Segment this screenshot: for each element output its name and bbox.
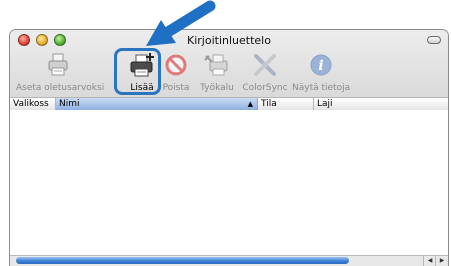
column-header-menu[interactable]: Valikoss: [10, 98, 56, 110]
utility-label: Työkalu: [200, 83, 234, 93]
column-header-status[interactable]: Tila: [258, 98, 314, 110]
pointer-arrow-icon: [146, 0, 216, 46]
make-default-label: Aseta oletusarvoksi: [16, 83, 105, 93]
colorsync-label: ColorSync: [242, 83, 288, 93]
column-header-name-label: Nimi: [59, 99, 80, 109]
horizontal-scrollbar[interactable]: ◀ ▶: [10, 255, 448, 266]
scrollbar-thumb[interactable]: [16, 257, 349, 264]
sort-ascending-icon: ▲: [247, 100, 253, 108]
show-info-label: Näytä tietoja: [292, 83, 351, 93]
printer-list[interactable]: [10, 110, 448, 256]
delete-label: Poista: [162, 83, 190, 93]
column-header-name[interactable]: Nimi ▲: [56, 98, 258, 110]
column-header-row: Valikoss Nimi ▲ Tila Laji: [10, 97, 448, 111]
column-header-kind[interactable]: Laji: [314, 98, 448, 110]
